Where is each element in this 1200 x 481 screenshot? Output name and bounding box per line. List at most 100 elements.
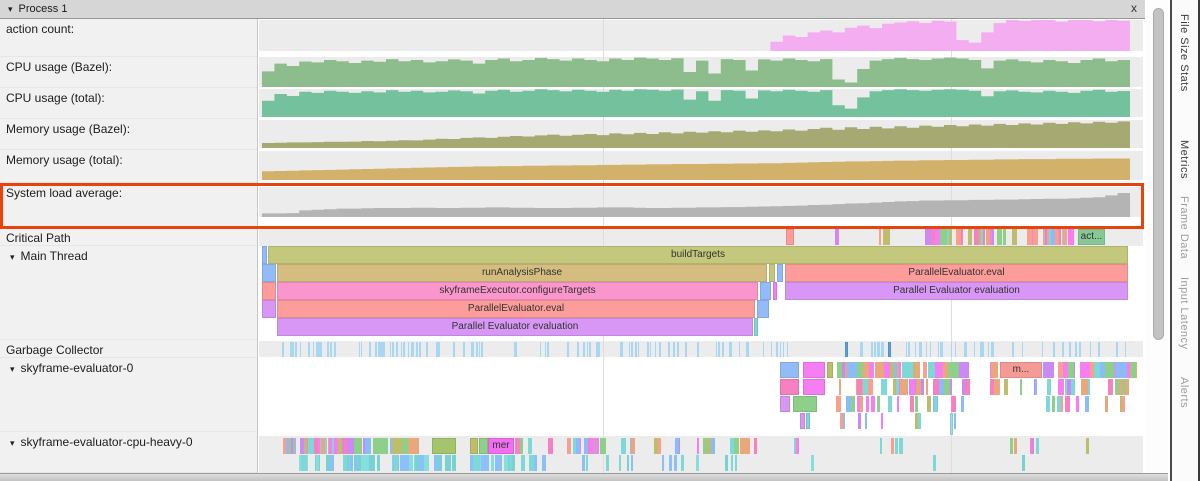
confetti-tick[interactable] [874, 342, 876, 357]
confetti-tick[interactable] [729, 342, 731, 357]
confetti-tick[interactable] [673, 342, 675, 357]
confetti-tick[interactable] [796, 438, 799, 454]
confetti-tick[interactable] [1079, 342, 1081, 357]
confetti-tick[interactable] [968, 229, 972, 245]
sidebar-tab-file-size-stats[interactable]: File Size Stats [1178, 14, 1190, 92]
confetti-tick[interactable] [1047, 229, 1050, 245]
confetti-tick[interactable] [951, 342, 952, 357]
confetti-tick[interactable] [920, 342, 921, 357]
confetti-tick[interactable] [918, 413, 921, 429]
confetti-tick[interactable] [1068, 362, 1074, 378]
confetti-tick[interactable] [837, 362, 841, 378]
confetti-tick[interactable] [598, 342, 599, 357]
confetti-tick[interactable] [481, 455, 488, 471]
confetti-tick[interactable] [675, 438, 680, 454]
confetti-tick[interactable] [521, 455, 526, 471]
confetti-tick[interactable] [520, 438, 523, 454]
confetti-tick[interactable] [515, 342, 517, 357]
confetti-tick[interactable] [426, 342, 427, 357]
confetti-tick[interactable] [964, 342, 966, 357]
confetti-tick[interactable] [301, 455, 307, 471]
trace-slice[interactable] [479, 438, 488, 454]
confetti-tick[interactable] [1063, 229, 1067, 245]
confetti-tick[interactable] [411, 342, 413, 357]
confetti-tick[interactable] [606, 455, 609, 471]
confetti-tick[interactable] [619, 455, 621, 471]
confetti-tick[interactable] [655, 342, 657, 357]
confetti-tick[interactable] [1022, 455, 1025, 471]
trace-slice[interactable]: Parallel Evaluator evaluation [277, 318, 753, 336]
confetti-tick[interactable] [419, 455, 424, 471]
confetti-tick[interactable] [686, 342, 687, 357]
confetti-tick[interactable] [961, 396, 964, 412]
confetti-tick[interactable] [994, 379, 998, 395]
trace-slice[interactable] [262, 264, 276, 282]
counter-chart-mem-bazel[interactable] [262, 120, 1130, 148]
confetti-tick[interactable] [1122, 396, 1125, 412]
confetti-tick[interactable] [871, 342, 873, 357]
confetti-tick[interactable] [576, 438, 581, 454]
confetti-tick[interactable] [567, 342, 569, 357]
confetti-tick[interactable] [647, 342, 648, 357]
confetti-tick[interactable] [320, 342, 322, 357]
confetti-tick[interactable] [509, 455, 512, 471]
vertical-scrollbar-thumb[interactable] [1153, 8, 1164, 340]
confetti-tick[interactable] [1069, 342, 1071, 357]
confetti-tick[interactable] [839, 379, 841, 395]
confetti-tick[interactable] [567, 438, 570, 454]
confetti-tick[interactable] [292, 342, 294, 357]
trace-slice[interactable] [780, 396, 790, 412]
counter-chart-mem-total[interactable] [262, 151, 1130, 180]
confetti-tick[interactable] [495, 455, 503, 471]
confetti-tick[interactable] [481, 342, 483, 357]
confetti-tick[interactable] [308, 438, 314, 454]
confetti-tick[interactable] [895, 438, 898, 454]
confetti-tick[interactable] [1115, 379, 1119, 395]
confetti-tick[interactable] [394, 455, 398, 471]
confetti-tick[interactable] [295, 342, 296, 357]
confetti-tick[interactable] [583, 342, 584, 357]
confetti-tick[interactable] [910, 379, 915, 395]
confetti-tick[interactable] [417, 342, 418, 357]
confetti-tick[interactable] [317, 342, 318, 357]
confetti-tick[interactable] [925, 229, 931, 245]
confetti-tick[interactable] [354, 438, 361, 454]
confetti-tick[interactable] [379, 438, 388, 454]
confetti-tick[interactable] [290, 342, 291, 357]
confetti-tick[interactable] [952, 396, 956, 412]
confetti-tick[interactable] [697, 438, 699, 454]
confetti-tick[interactable] [1088, 379, 1090, 395]
confetti-tick[interactable] [308, 342, 310, 357]
confetti-tick[interactable] [954, 413, 956, 429]
confetti-tick[interactable] [1108, 379, 1113, 395]
confetti-tick[interactable] [409, 455, 412, 471]
trace-slice[interactable] [806, 413, 810, 429]
confetti-tick[interactable] [1058, 379, 1064, 395]
confetti-tick[interactable] [933, 455, 937, 471]
confetti-tick[interactable] [1004, 379, 1008, 395]
sidebar-tab-metrics[interactable]: Metrics [1178, 140, 1190, 179]
confetti-tick[interactable] [940, 229, 943, 245]
counter-chart-sys-load[interactable] [262, 187, 1130, 217]
trace-slice[interactable]: act... [1078, 229, 1105, 245]
confetti-tick[interactable] [1042, 342, 1043, 357]
confetti-tick[interactable] [382, 342, 383, 357]
confetti-tick[interactable] [935, 229, 939, 245]
trace-slice[interactable] [800, 413, 805, 429]
confetti-tick[interactable] [846, 396, 851, 412]
confetti-tick[interactable] [1090, 342, 1091, 357]
confetti-tick[interactable] [419, 342, 421, 357]
confetti-tick[interactable] [1014, 438, 1017, 454]
confetti-tick[interactable] [722, 342, 724, 357]
trace-slice[interactable] [777, 264, 783, 282]
confetti-tick[interactable] [304, 438, 307, 454]
confetti-tick[interactable] [926, 342, 928, 357]
confetti-tick[interactable] [296, 342, 298, 357]
confetti-tick[interactable] [897, 396, 899, 412]
confetti-tick[interactable] [356, 455, 358, 471]
confetti-tick[interactable] [344, 438, 347, 454]
confetti-tick[interactable] [363, 455, 368, 471]
thread-collapse-arrow-icon[interactable]: ▾ [10, 438, 15, 448]
confetti-tick[interactable] [1100, 362, 1105, 378]
confetti-tick[interactable] [877, 396, 880, 412]
